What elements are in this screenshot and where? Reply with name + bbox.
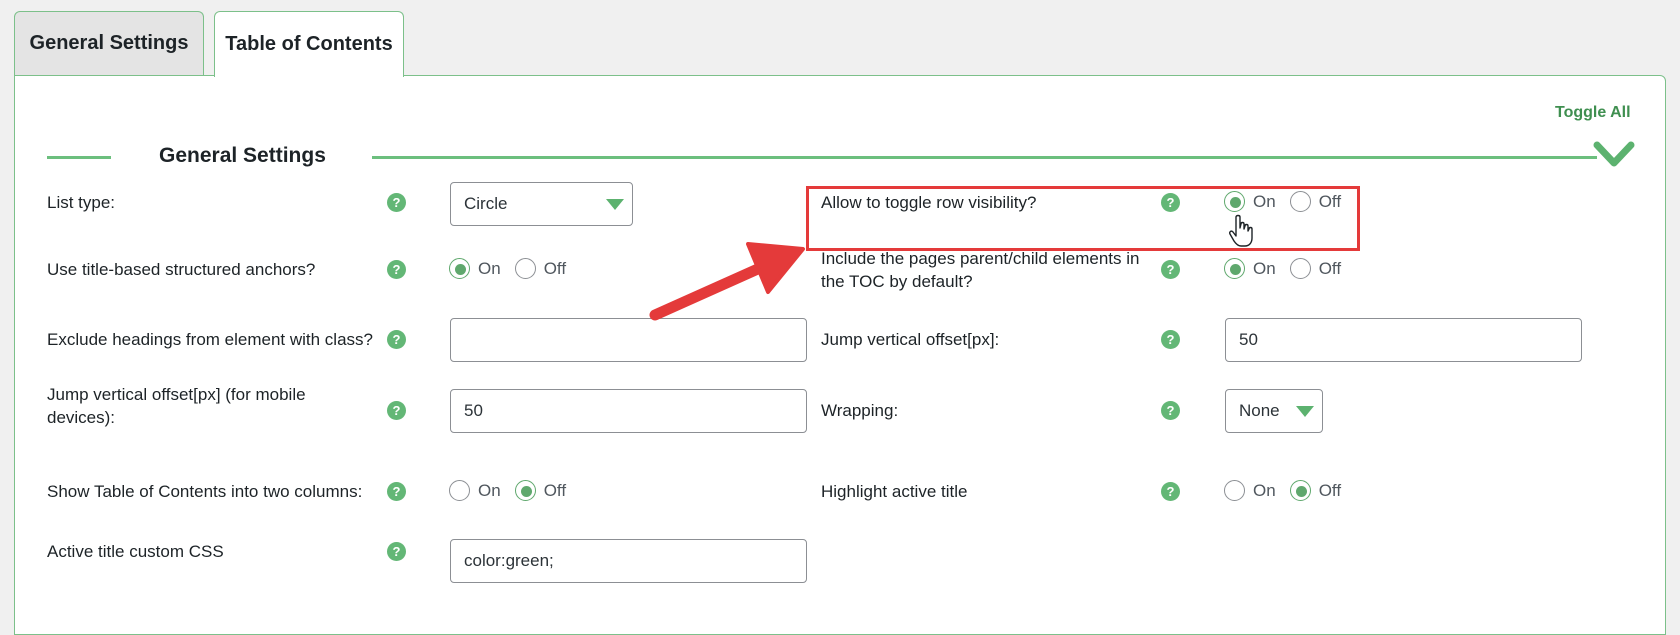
toggle-row-label: Allow to toggle row visibility? xyxy=(821,193,1037,212)
wrapping-label: Wrapping: xyxy=(821,401,899,420)
radio-on-label[interactable]: On xyxy=(1253,481,1276,501)
help-icon[interactable]: ? xyxy=(1161,482,1180,501)
two-columns-radio-group: On Off xyxy=(449,480,580,501)
tab-table-of-contents[interactable]: Table of Contents xyxy=(214,11,404,77)
two-columns-on-radio[interactable] xyxy=(449,480,470,501)
active-css-label: Active title custom CSS xyxy=(47,542,224,561)
highlight-active-radio-group: On Off xyxy=(1224,480,1355,501)
mobile-offset-label: Jump vertical offset[px] (for mobile dev… xyxy=(47,383,377,429)
highlight-active-off-radio[interactable] xyxy=(1289,480,1311,501)
settings-panel: Toggle All General Settings List type: ?… xyxy=(14,75,1666,635)
help-icon[interactable]: ? xyxy=(1161,193,1180,212)
radio-on-label[interactable]: On xyxy=(1253,259,1276,279)
section-divider-right xyxy=(372,156,1597,159)
parent-child-label-line1: Include the pages parent/child elements … xyxy=(821,249,1140,268)
chevron-down-icon xyxy=(1296,406,1314,417)
radio-off-label[interactable]: Off xyxy=(544,481,566,501)
radio-off-label[interactable]: Off xyxy=(1319,481,1341,501)
mobile-offset-label-line1: Jump vertical offset[px] (for mobile xyxy=(47,385,306,404)
help-icon[interactable]: ? xyxy=(1161,401,1180,420)
radio-on-label[interactable]: On xyxy=(1253,192,1276,212)
list-type-value: Circle xyxy=(464,194,508,213)
jump-offset-input[interactable]: 50 xyxy=(1225,318,1582,362)
mobile-offset-label-line2: devices): xyxy=(47,408,116,427)
radio-off-label[interactable]: Off xyxy=(1319,259,1341,279)
highlight-active-label: Highlight active title xyxy=(821,482,968,501)
help-icon[interactable]: ? xyxy=(387,193,406,212)
toggle-row-on-radio[interactable] xyxy=(1224,191,1245,212)
wrapping-value: None xyxy=(1239,401,1280,420)
list-type-label: List type: xyxy=(47,193,116,212)
highlight-active-on-radio[interactable] xyxy=(1224,480,1245,501)
section-title: General Settings xyxy=(159,144,326,167)
radio-off-label[interactable]: Off xyxy=(544,259,566,279)
wrapping-select[interactable]: None xyxy=(1225,389,1323,433)
help-icon[interactable]: ? xyxy=(387,330,406,349)
exclude-headings-label: Exclude headings from element with class… xyxy=(47,330,373,349)
chevron-down-icon xyxy=(606,199,624,210)
exclude-headings-input[interactable] xyxy=(450,318,807,362)
help-icon[interactable]: ? xyxy=(387,482,406,501)
section-divider-left xyxy=(47,156,111,159)
help-icon[interactable]: ? xyxy=(1161,260,1180,279)
help-icon[interactable]: ? xyxy=(387,401,406,420)
list-type-select[interactable]: Circle xyxy=(450,182,633,226)
parent-child-label-line2: the TOC by default? xyxy=(821,272,973,291)
structured-anchors-on-radio[interactable] xyxy=(449,258,470,279)
structured-anchors-radio-group: On Off xyxy=(449,258,580,279)
mobile-offset-input[interactable]: 50 xyxy=(450,389,807,433)
chevron-down-icon[interactable] xyxy=(1593,140,1635,170)
structured-anchors-off-radio[interactable] xyxy=(514,258,536,279)
radio-off-label[interactable]: Off xyxy=(1319,192,1341,212)
active-css-input[interactable]: color:green; xyxy=(450,539,807,583)
help-icon[interactable]: ? xyxy=(387,260,406,279)
parent-child-radio-group: On Off xyxy=(1224,258,1355,279)
help-icon[interactable]: ? xyxy=(1161,330,1180,349)
toggle-all-link[interactable]: Toggle All xyxy=(1555,104,1631,122)
tab-general-settings[interactable]: General Settings xyxy=(14,11,204,75)
help-icon[interactable]: ? xyxy=(387,542,406,561)
toggle-row-radio-group: On Off xyxy=(1224,191,1355,212)
two-columns-off-radio[interactable] xyxy=(514,480,536,501)
parent-child-on-radio[interactable] xyxy=(1224,258,1245,279)
jump-offset-label: Jump vertical offset[px]: xyxy=(821,330,1000,349)
radio-on-label[interactable]: On xyxy=(478,259,501,279)
radio-on-label[interactable]: On xyxy=(478,481,501,501)
parent-child-label: Include the pages parent/child elements … xyxy=(821,247,1161,293)
structured-anchors-label: Use title-based structured anchors? xyxy=(47,260,316,279)
parent-child-off-radio[interactable] xyxy=(1289,258,1311,279)
two-columns-label: Show Table of Contents into two columns: xyxy=(47,482,363,501)
toggle-row-off-radio[interactable] xyxy=(1289,191,1311,212)
